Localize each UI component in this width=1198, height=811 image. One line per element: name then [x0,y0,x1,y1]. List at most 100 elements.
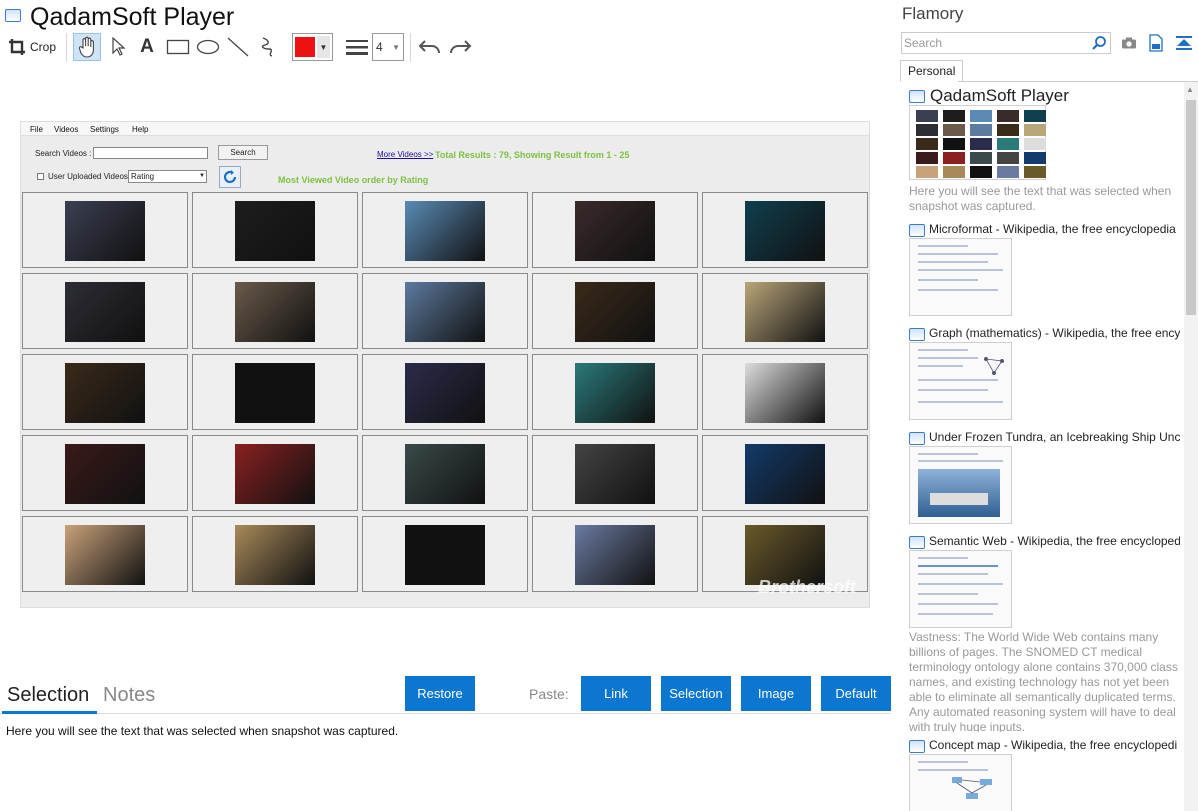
mini-thumbnail [970,152,992,164]
mini-thumbnail [943,166,965,178]
toolbar-separator [66,33,67,62]
sidebar-title: Flamory [902,4,964,23]
line-width-button[interactable] [344,33,370,61]
mini-thumbnail [997,124,1019,136]
mini-thumbnail [997,152,1019,164]
selection-text: Here you will see the text that was sele… [6,724,399,738]
tab-personal[interactable]: Personal [900,60,964,82]
entry-thumbnail[interactable] [909,342,1012,420]
mini-thumbnail [916,166,938,178]
color-swatch [295,37,315,57]
search-icon[interactable] [1091,35,1107,56]
paste-label: Paste: [529,686,569,702]
chevron-down-icon: ▼ [199,173,205,179]
paste-image-button[interactable]: Image [741,676,811,711]
app-icon [5,9,21,22]
video-frame [405,525,485,585]
video-frame [405,201,485,261]
mini-thumbnail [1024,124,1046,136]
chevron-down-icon: ▼ [316,36,330,58]
color-picker[interactable]: ▼ [292,33,333,61]
mini-thumbnail [943,124,965,136]
video-frame [745,363,825,423]
collapse-icon[interactable] [1175,35,1193,56]
paste-link-button[interactable]: Link [581,676,651,711]
entry-title[interactable]: Graph (mathematics) - Wikipedia, the fre… [929,326,1180,340]
undo-button[interactable] [416,33,444,61]
snapshot-more-videos-link: More Videos >> [377,150,434,159]
entry-title[interactable]: Under Frozen Tundra, an Icebreaking Ship… [929,430,1180,444]
video-frame [575,201,655,261]
line-width-select[interactable]: 4 ▼ [372,33,404,61]
document-icon[interactable] [1149,34,1163,57]
camera-icon[interactable] [1121,36,1137,55]
scroll-up-icon[interactable]: ▲ [1186,85,1194,94]
video-frame [405,363,485,423]
line-width-value: 4 [376,40,383,54]
ellipse-icon [196,39,220,55]
video-frame [65,363,145,423]
chevron-down-icon: ▼ [392,42,400,52]
snapshot-video-thumbnail [192,273,358,349]
refresh-icon [223,170,237,184]
line-tool-button[interactable] [224,33,252,61]
entry-icon [909,536,925,549]
entry-title[interactable]: Concept map - Wikipedia, the free encycl… [929,738,1180,752]
mini-thumbnail [997,110,1019,122]
snapshot-menu-file: File [30,125,43,134]
entry-icon [909,224,925,237]
ellipse-tool-button[interactable] [194,33,222,61]
undo-icon [418,40,440,54]
text-icon: A [140,36,154,57]
snapshot-search-input [93,147,208,159]
video-frame [235,525,315,585]
mini-thumbnail [943,152,965,164]
entry-thumbnail[interactable] [909,550,1012,628]
snapshot-watermark: Brothersoft [758,577,856,597]
freehand-icon [261,37,273,57]
entry-thumbnail[interactable] [909,446,1012,524]
tab-selection-underline [2,711,97,714]
redo-button[interactable] [446,33,474,61]
snapshot-video-thumbnail [22,192,188,268]
scrollbar-thumb[interactable] [1186,100,1196,315]
mini-thumbnail [1024,152,1046,164]
snapshot-video-thumbnail [532,192,698,268]
tab-notes[interactable]: Notes [103,684,155,707]
hand-tool-button[interactable] [73,33,101,61]
paste-default-button[interactable]: Default [821,676,891,711]
video-frame [745,201,825,261]
entry-title[interactable]: Microformat - Wikipedia, the free encycl… [929,222,1180,236]
freehand-tool-button[interactable] [254,33,282,61]
video-frame [65,525,145,585]
entry-title[interactable]: Semantic Web - Wikipedia, the free encyc… [929,534,1180,548]
divider [958,81,1198,82]
snapshot-sort-value: Rating [131,172,155,181]
snapshot-video-thumbnail [362,192,528,268]
entry-thumbnail[interactable] [909,754,1012,811]
crop-button[interactable]: Crop [6,33,58,61]
snapshot-canvas[interactable]: File Videos Settings Help Search Videos … [20,121,870,608]
snapshot-video-thumbnail [362,516,528,592]
snapshot-sort-select: Rating ▼ [128,170,207,183]
paste-selection-button[interactable]: Selection [661,676,731,711]
restore-button[interactable]: Restore [405,676,475,711]
video-frame [65,282,145,342]
snapshot-video-thumbnail [192,435,358,511]
entry-thumbnail[interactable] [909,105,1046,180]
pointer-tool-button[interactable] [105,33,131,61]
entry-title[interactable]: QadamSoft Player [930,86,1180,106]
mini-thumbnail [1024,138,1046,150]
tab-selection[interactable]: Selection [7,684,89,707]
entry-icon [909,90,925,103]
mini-thumbnail [970,110,992,122]
entry-thumbnail[interactable] [909,238,1012,316]
snapshot-video-thumbnail [22,435,188,511]
snapshot-video-thumbnail [532,354,698,430]
text-tool-button[interactable]: A [134,33,160,61]
rectangle-tool-button[interactable] [164,33,192,61]
snapshot-video-thumbnail [702,435,868,511]
mini-thumbnail [1024,166,1046,178]
video-frame [575,525,655,585]
snapshot-search-button: Search [218,145,268,160]
